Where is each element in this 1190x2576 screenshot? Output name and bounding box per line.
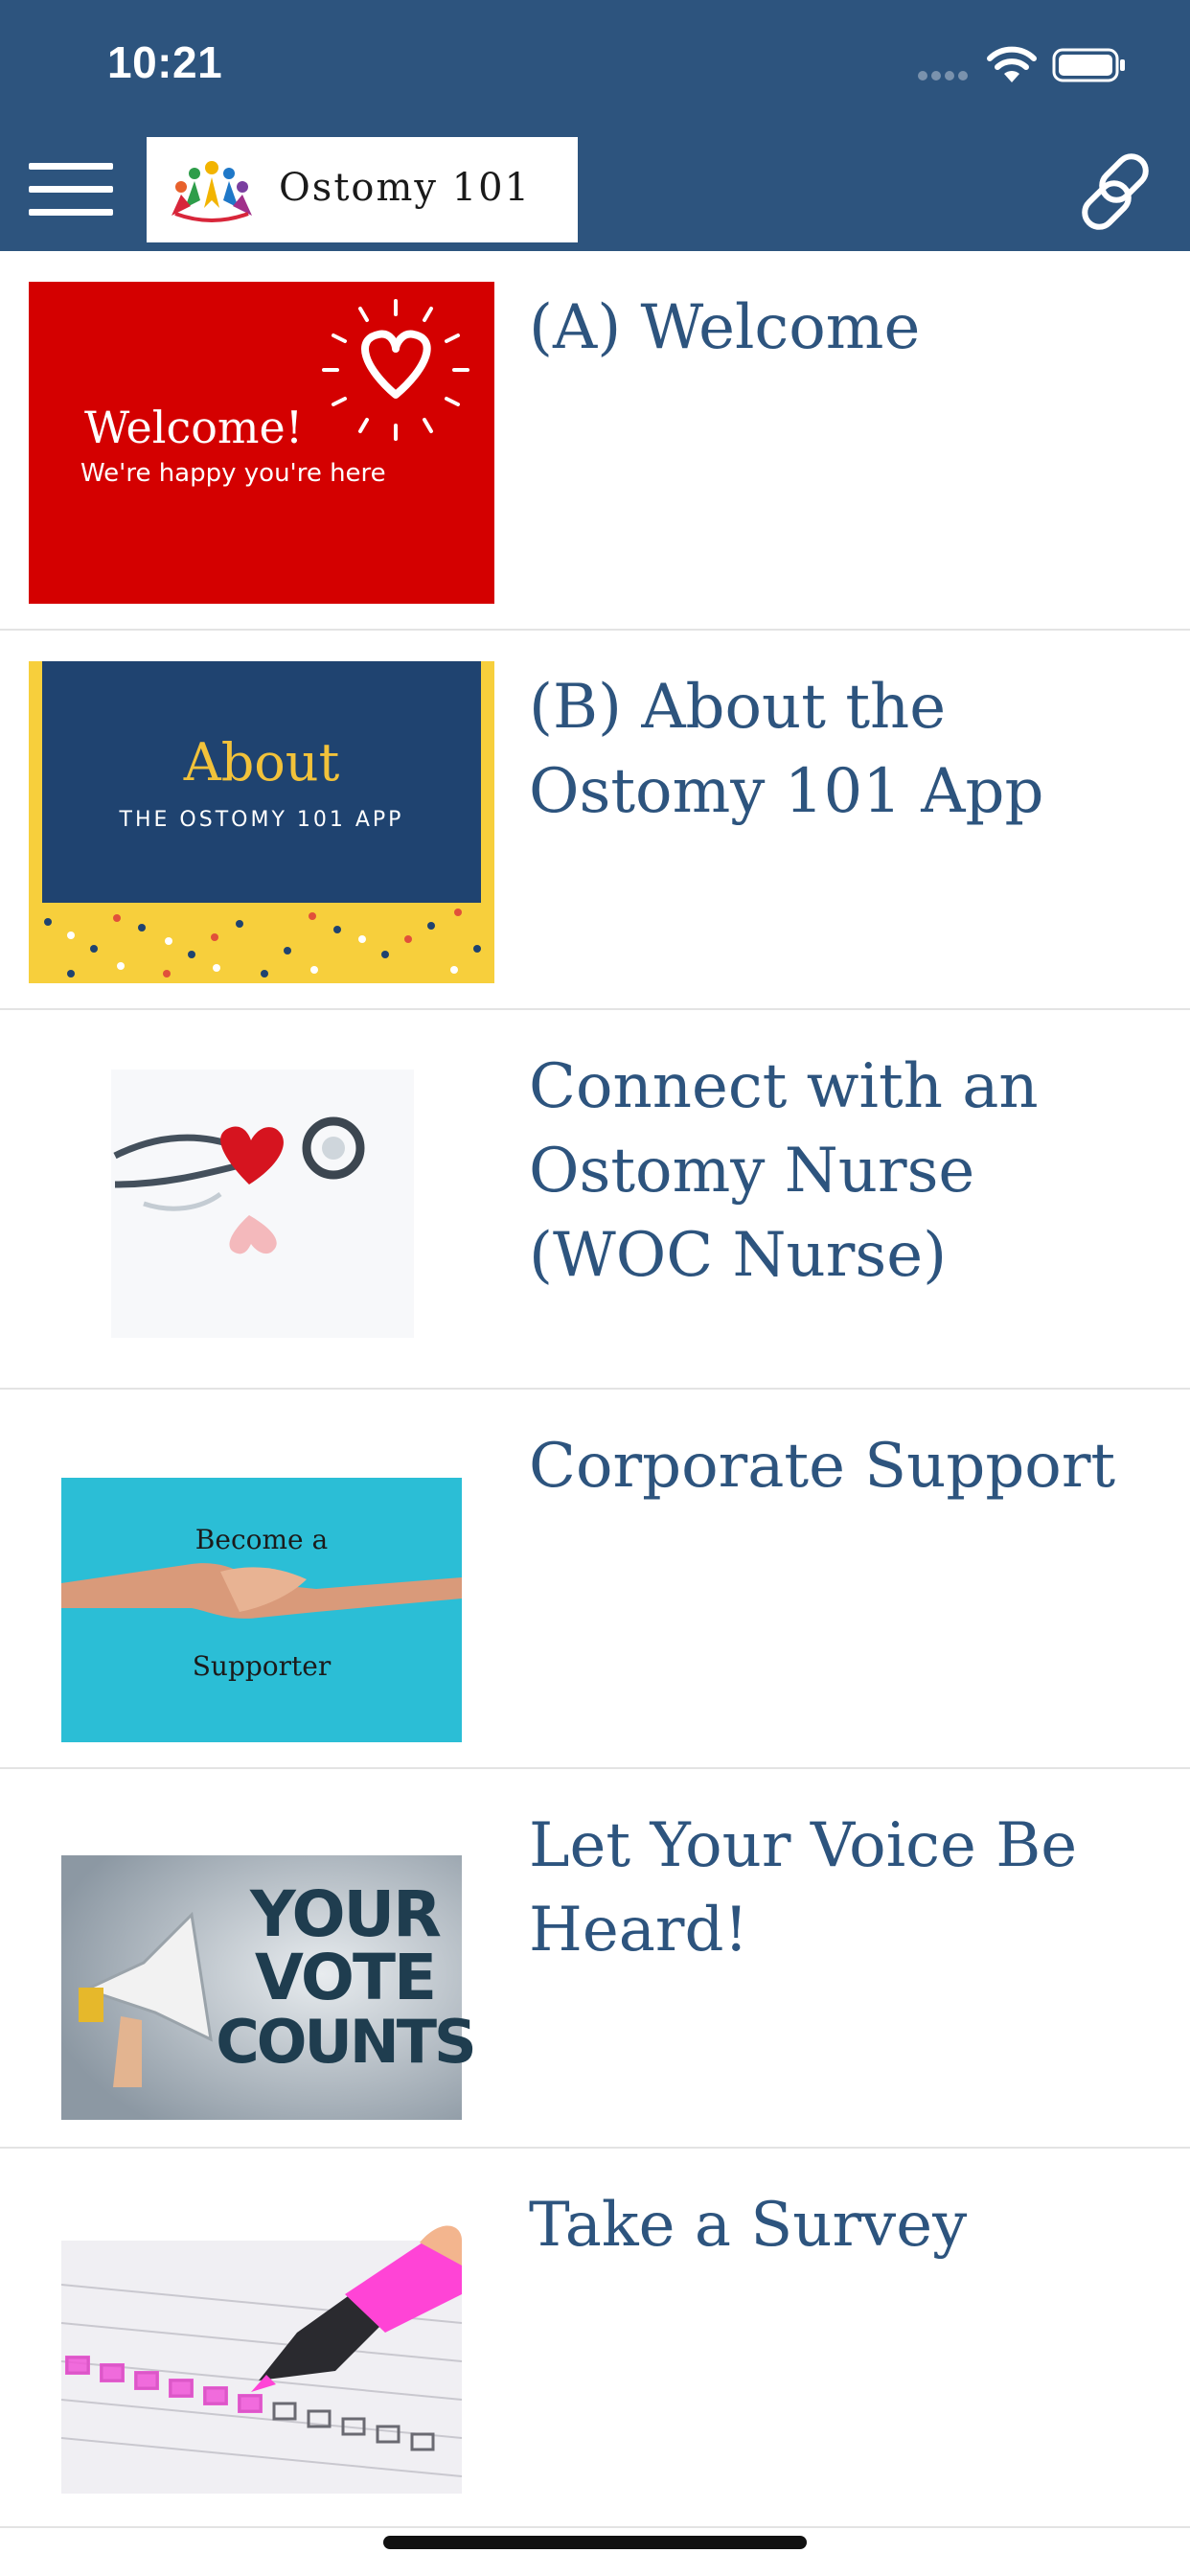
stethoscope-heart-thumbnail [111,1070,414,1338]
topics-list: Welcome! We're happy you're here (A) Wel… [0,251,1190,2528]
cellular-signal-icon [918,71,975,82]
list-item-corporate-support[interactable]: Become a Supporter Corporate Support [0,1390,1190,1769]
list-item-about[interactable]: About THE OSTOMY 101 APP (B) About the O… [0,631,1190,1010]
list-item-title: (B) About the Ostomy 101 App [529,672,1044,827]
about-thumbnail-heading: About [183,732,340,793]
link-icon[interactable] [1067,144,1163,240]
vote-thumbnail-word-2: VOTE [255,1941,435,2014]
welcome-thumbnail: Welcome! We're happy you're here [29,282,494,604]
handshake-thumbnail: Become a Supporter [61,1478,462,1742]
app-name: Ostomy 101 [279,166,532,210]
menu-icon-bar [29,209,113,216]
menu-icon-bar [29,163,113,170]
home-indicator[interactable] [383,2536,807,2549]
battery-icon [1052,48,1125,82]
vote-thumbnail-word-3: COUNTS [216,2007,473,2077]
menu-button[interactable] [29,163,115,220]
list-item-connect-nurse[interactable]: Connect with an Ostomy Nurse (WOC Nurse) [0,1010,1190,1390]
list-item-title: Take a Survey [529,2190,968,2261]
list-item-voice[interactable]: YOUR VOTE COUNTS Let Your Voice Be Heard… [0,1769,1190,2149]
app-header: 10:21 Ostomy 101 [0,0,1190,251]
survey-checklist-thumbnail [60,2225,463,2494]
welcome-thumbnail-subtext: We're happy you're here [80,459,386,488]
list-item-title: (A) Welcome [529,292,921,363]
about-thumbnail-subtext: THE OSTOMY 101 APP [119,808,404,832]
list-item-survey[interactable]: Take a Survey [0,2149,1190,2528]
about-thumbnail: About THE OSTOMY 101 APP [29,661,494,983]
handshake-thumbnail-heading: Become a [195,1524,328,1555]
welcome-thumbnail-heading: Welcome! [84,402,303,453]
app-logo: Ostomy 101 [147,137,578,242]
list-item-welcome[interactable]: Welcome! We're happy you're here (A) Wel… [0,251,1190,631]
handshake-thumbnail-subtext: Supporter [193,1650,332,1682]
wifi-icon [987,46,1037,82]
people-circle-logo-icon [172,161,252,222]
status-time: 10:21 [107,37,223,87]
menu-icon-bar [29,186,113,193]
vote-counts-thumbnail: YOUR VOTE COUNTS [61,1855,477,2120]
list-item-title: Connect with an Ostomy Nurse (WOC Nurse) [529,1051,1039,1291]
list-item-title: Corporate Support [529,1431,1116,1502]
list-item-title: Let Your Voice Be Heard! [529,1810,1078,1966]
